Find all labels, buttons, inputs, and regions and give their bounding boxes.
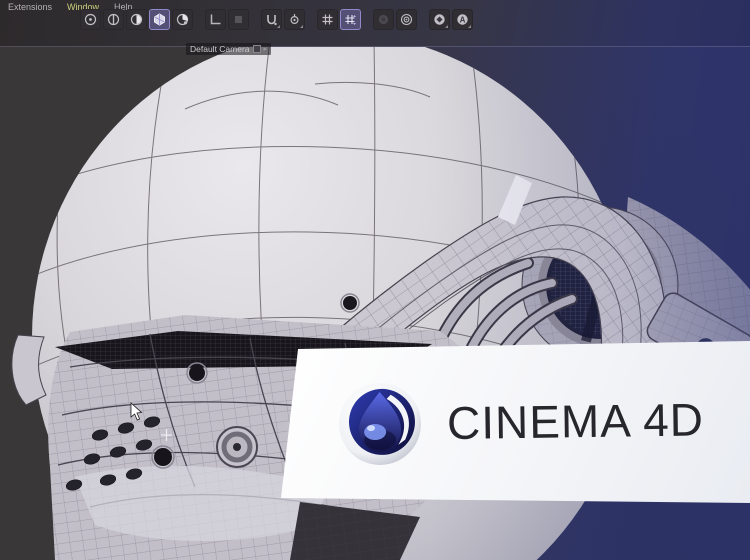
snap-button[interactable] xyxy=(261,9,282,30)
grid-icon xyxy=(321,13,334,26)
texture-mode-button[interactable] xyxy=(172,9,193,30)
edges-mode-icon xyxy=(107,13,120,26)
brand-title: CINEMA 4D xyxy=(447,392,705,450)
texture-mode-icon xyxy=(176,13,189,26)
workplane-button[interactable] xyxy=(205,9,226,30)
cinema4d-logo-icon xyxy=(336,381,423,466)
model-mode-icon xyxy=(153,13,166,26)
toolbar-group-workplane xyxy=(205,9,249,30)
points-mode-icon xyxy=(84,13,97,26)
polygons-mode-icon xyxy=(130,13,143,26)
brand-banner: CINEMA 4D xyxy=(281,341,750,503)
camera-icon xyxy=(253,45,261,53)
toolbar-group-view xyxy=(373,9,417,30)
chevron-right-icon: ▸ xyxy=(264,46,268,53)
toolbar-group-modes xyxy=(80,9,193,30)
cinema4d-window: Extensions Window Help xyxy=(0,0,750,560)
axis-button[interactable] xyxy=(228,9,249,30)
grid-snap-button[interactable] xyxy=(317,9,338,30)
render-sphere-icon xyxy=(433,13,446,26)
viewport-divider xyxy=(0,46,750,47)
simulation-button[interactable] xyxy=(373,9,394,30)
annotate-button[interactable]: A xyxy=(452,9,473,30)
snap-magnet-icon xyxy=(265,13,278,26)
menu-item-extensions[interactable]: Extensions xyxy=(8,2,52,15)
toolbar-group-misc: A xyxy=(429,9,473,30)
toolbar-group-grid xyxy=(317,9,361,30)
model-mode-button[interactable] xyxy=(149,9,170,30)
edges-mode-button[interactable] xyxy=(103,9,124,30)
snap-settings-button[interactable] xyxy=(284,9,305,30)
simulation-icon xyxy=(377,13,390,26)
points-mode-button[interactable] xyxy=(80,9,101,30)
polygons-mode-button[interactable] xyxy=(126,9,147,30)
target-icon xyxy=(400,13,413,26)
toolbar: A xyxy=(80,9,485,30)
workplane-icon xyxy=(209,13,222,26)
toolbar-group-snap xyxy=(261,9,305,30)
quantize-button[interactable] xyxy=(340,9,361,30)
viewport-camera-label[interactable]: Default Camera ▸ xyxy=(186,43,271,55)
render-view-button[interactable] xyxy=(429,9,450,30)
camera-label-text: Default Camera xyxy=(190,44,250,54)
axis-icon xyxy=(232,13,245,26)
svg-text:A: A xyxy=(460,15,466,24)
target-button[interactable] xyxy=(396,9,417,30)
snap-settings-icon xyxy=(288,13,301,26)
brand-lockup: CINEMA 4D xyxy=(336,377,704,466)
quantize-icon xyxy=(344,13,357,26)
annotate-a-icon: A xyxy=(456,13,469,26)
